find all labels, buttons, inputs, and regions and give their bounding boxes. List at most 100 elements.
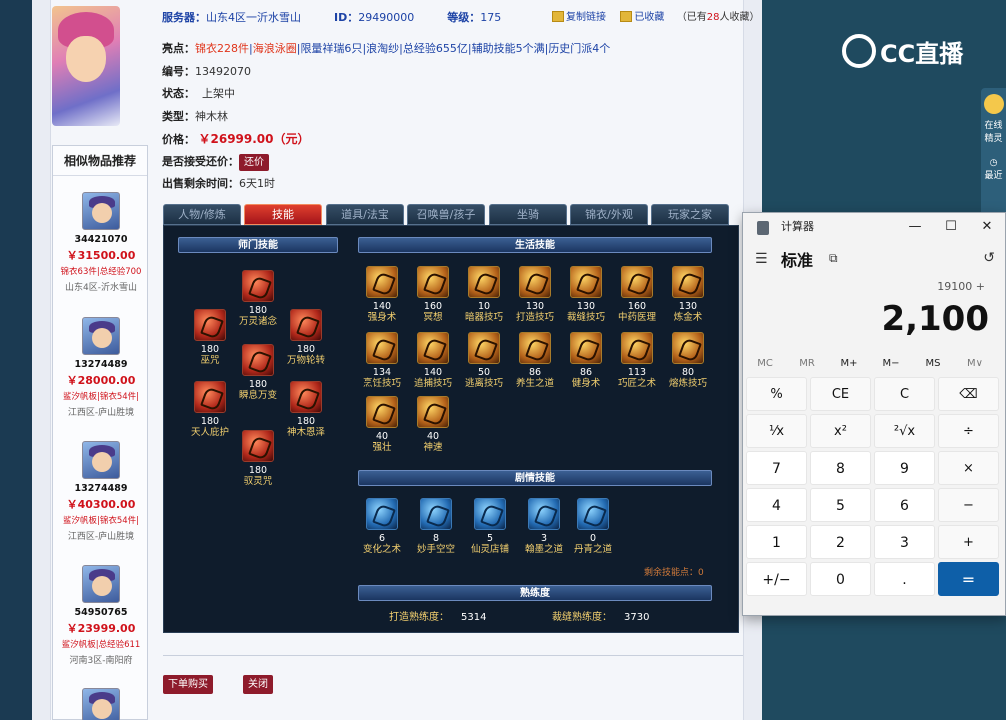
life-skill[interactable]: 86 健身术 bbox=[562, 332, 610, 390]
life-skill[interactable]: 130 炼金术 bbox=[664, 266, 712, 324]
skill-name: 中药医理 bbox=[617, 312, 656, 323]
skill-name: 冥想 bbox=[423, 312, 443, 323]
plot-skill[interactable]: 8 妙手空空 bbox=[412, 498, 460, 556]
tab-character[interactable]: 人物/修炼 bbox=[163, 204, 241, 225]
digit-6-key[interactable]: 6 bbox=[874, 488, 935, 522]
reciprocal-key[interactable]: ¹⁄x bbox=[746, 414, 807, 448]
memory-list-button[interactable]: M∨ bbox=[953, 353, 997, 375]
life-skill[interactable]: 140 强身术 bbox=[358, 266, 406, 324]
skill-icon bbox=[528, 498, 560, 530]
tab-outfits[interactable]: 锦衣/外观 bbox=[570, 204, 648, 225]
equals-key[interactable]: = bbox=[938, 562, 999, 596]
item-thumbnail[interactable] bbox=[82, 688, 120, 720]
memory-add-button[interactable]: M+ bbox=[827, 353, 871, 375]
divide-key[interactable]: ÷ bbox=[938, 414, 999, 448]
plot-skill[interactable]: 5 仙灵店铺 bbox=[466, 498, 514, 556]
favorite-button[interactable]: 已收藏 bbox=[634, 12, 664, 23]
calculator-titlebar[interactable]: 计算器 — ☐ ✕ bbox=[743, 213, 1005, 241]
plot-skill[interactable]: 6 变化之术 bbox=[358, 498, 406, 556]
life-skill[interactable]: 40 神速 bbox=[409, 396, 457, 454]
school-skill[interactable]: 180 巫咒 bbox=[186, 309, 234, 367]
menu-icon[interactable]: ☰ bbox=[755, 251, 768, 267]
school-skill[interactable]: 180 神木恩泽 bbox=[282, 381, 330, 439]
tab-mounts[interactable]: 坐骑 bbox=[489, 204, 567, 225]
item-thumbnail[interactable] bbox=[82, 441, 120, 479]
subtract-key[interactable]: − bbox=[938, 488, 999, 522]
minimize-icon[interactable]: — bbox=[897, 213, 933, 241]
skill-name: 万灵诸念 bbox=[238, 316, 277, 327]
life-skill[interactable]: 134 烹饪技巧 bbox=[358, 332, 406, 390]
decimal-key[interactable]: . bbox=[874, 562, 935, 596]
elf-avatar-icon bbox=[983, 94, 1004, 114]
similar-item[interactable]: 34421070 ￥31500.00 锦衣63件|总经验700 山东4区-沂水雪… bbox=[53, 192, 149, 293]
life-skill[interactable]: 50 逃离技巧 bbox=[460, 332, 508, 390]
tab-pets[interactable]: 召唤兽/孩子 bbox=[407, 204, 485, 225]
tab-skills[interactable]: 技能 bbox=[244, 204, 322, 225]
digit-5-key[interactable]: 5 bbox=[810, 488, 871, 522]
multiply-key[interactable]: × bbox=[938, 451, 999, 485]
skill-level: 130 bbox=[525, 301, 545, 312]
backspace-key[interactable]: ⌫ bbox=[938, 377, 999, 411]
copy-link-button[interactable]: 复制链接 bbox=[566, 12, 606, 23]
digit-2-key[interactable]: 2 bbox=[810, 525, 871, 559]
life-skill[interactable]: 160 冥想 bbox=[409, 266, 457, 324]
percent-key[interactable]: % bbox=[746, 377, 807, 411]
item-thumbnail[interactable] bbox=[82, 317, 120, 355]
memory-subtract-button[interactable]: M− bbox=[869, 353, 913, 375]
tab-home[interactable]: 玩家之家 bbox=[651, 204, 729, 225]
negate-key[interactable]: +/− bbox=[746, 562, 807, 596]
tab-items[interactable]: 道具/法宝 bbox=[326, 204, 404, 225]
clear-key[interactable]: C bbox=[874, 377, 935, 411]
school-skill[interactable]: 180 天人庇护 bbox=[186, 381, 234, 439]
plot-skill[interactable]: 0 丹青之道 bbox=[569, 498, 617, 556]
history-icon[interactable]: ↺ bbox=[983, 250, 995, 266]
clock-icon: ◷ bbox=[989, 158, 998, 168]
square-key[interactable]: x² bbox=[810, 414, 871, 448]
calculator-mode: 标准 bbox=[781, 251, 814, 270]
digit-3-key[interactable]: 3 bbox=[874, 525, 935, 559]
digit-4-key[interactable]: 4 bbox=[746, 488, 807, 522]
sqrt-key[interactable]: ²√x bbox=[874, 414, 935, 448]
digit-9-key[interactable]: 9 bbox=[874, 451, 935, 485]
digit-7-key[interactable]: 7 bbox=[746, 451, 807, 485]
maximize-icon[interactable]: ☐ bbox=[933, 213, 969, 241]
life-skill[interactable]: 10 暗器技巧 bbox=[460, 266, 508, 324]
buy-button[interactable]: 下单购买 bbox=[163, 675, 213, 694]
life-skill[interactable]: 130 裁缝技巧 bbox=[562, 266, 610, 324]
skill-level: 160 bbox=[627, 301, 647, 312]
school-skill[interactable]: 180 瞬息万变 bbox=[234, 344, 282, 402]
memory-clear-button[interactable]: MC bbox=[743, 353, 787, 375]
digit-1-key[interactable]: 1 bbox=[746, 525, 807, 559]
life-skill[interactable]: 40 强壮 bbox=[358, 396, 406, 454]
school-skill[interactable]: 180 万灵诸念 bbox=[234, 270, 282, 328]
add-key[interactable]: + bbox=[938, 525, 999, 559]
similar-item[interactable]: 54950765 ￥23999.00 鲨汐帆板|总经验611 河南3区-南阳府 bbox=[53, 565, 149, 666]
stream-side-strip[interactable]: 在线 精灵 ◷ 最近 bbox=[981, 88, 1006, 218]
item-thumbnail[interactable] bbox=[82, 192, 120, 230]
keep-on-top-icon[interactable]: ⧉ bbox=[829, 251, 838, 266]
item-thumbnail[interactable] bbox=[82, 565, 120, 603]
plot-skill[interactable]: 3 翰墨之道 bbox=[520, 498, 568, 556]
similar-item[interactable]: 13274489 ￥40300.00 鲨汐帆板|锦衣54件| 江西区-庐山胜境 bbox=[53, 441, 149, 542]
similar-item[interactable] bbox=[53, 688, 149, 720]
life-skill[interactable]: 113 巧匠之术 bbox=[613, 332, 661, 390]
skill-name: 巧匠之术 bbox=[617, 378, 656, 389]
life-skill[interactable]: 130 打造技巧 bbox=[511, 266, 559, 324]
school-skill[interactable]: 180 万物轮转 bbox=[282, 309, 330, 367]
digit-8-key[interactable]: 8 bbox=[810, 451, 871, 485]
skills-panel: 师门技能 生活技能 180 万灵诸念 180 巫咒 180 万物轮转 180 瞬息万变 … bbox=[163, 225, 739, 633]
life-skill[interactable]: 86 养生之道 bbox=[511, 332, 559, 390]
close-icon[interactable]: ✕ bbox=[969, 213, 1005, 241]
close-button[interactable]: 关闭 bbox=[243, 675, 273, 694]
bargain-button[interactable]: 还价 bbox=[239, 153, 269, 171]
similar-item[interactable]: 13274489 ￥28000.00 鲨汐帆板|锦衣54件| 江西区-庐山胜境 bbox=[53, 317, 149, 418]
life-skill[interactable]: 140 追捕技巧 bbox=[409, 332, 457, 390]
digit-0-key[interactable]: 0 bbox=[810, 562, 871, 596]
life-skill[interactable]: 160 中药医理 bbox=[613, 266, 661, 324]
school-skill[interactable]: 180 驭灵咒 bbox=[234, 430, 282, 488]
sidebar-title: 相似物品推荐 bbox=[53, 146, 147, 176]
memory-store-button[interactable]: MS bbox=[911, 353, 955, 375]
clear-entry-key[interactable]: CE bbox=[810, 377, 871, 411]
life-skill[interactable]: 80 熔炼技巧 bbox=[664, 332, 712, 390]
memory-recall-button[interactable]: MR bbox=[785, 353, 829, 375]
